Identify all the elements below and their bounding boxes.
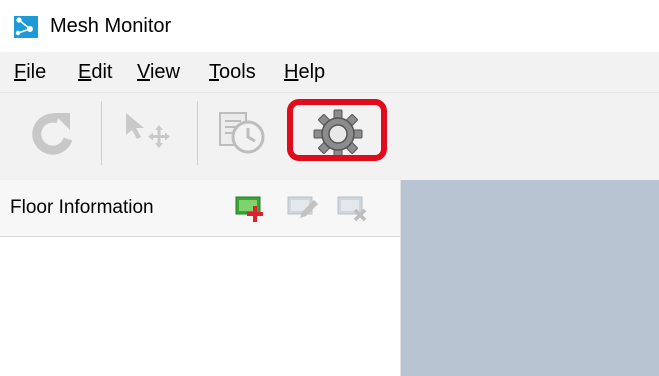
window-title: Mesh Monitor — [50, 15, 172, 37]
menu-view[interactable]: View — [137, 58, 180, 86]
add-floor-icon[interactable] — [234, 192, 266, 224]
menu-tools-label: ools — [219, 61, 256, 83]
floor-panel: Floor Information — [0, 180, 400, 376]
toolbar-separator — [197, 101, 198, 165]
menu-view-label: iew — [149, 61, 180, 83]
menu-file[interactable]: File — [14, 58, 46, 86]
menu-help-accel: H — [284, 61, 299, 83]
menu-help[interactable]: Help — [284, 58, 325, 86]
floor-panel-title: Floor Information — [10, 197, 154, 218]
menu-tools-accel: T — [209, 61, 219, 83]
history-clock-icon[interactable] — [208, 99, 272, 169]
menu-edit[interactable]: Edit — [78, 58, 112, 86]
menu-tools[interactable]: Tools — [209, 58, 256, 86]
floor-panel-header: Floor Information — [0, 180, 400, 237]
toolbar-separator — [101, 101, 102, 165]
mesh-network-app-icon — [14, 16, 38, 38]
menu-file-accel: F — [14, 61, 27, 83]
menu-view-accel: V — [137, 61, 150, 83]
title-bar: Mesh Monitor — [0, 0, 659, 42]
highlight-annotation — [287, 99, 387, 161]
menu-file-label: ile — [26, 61, 47, 83]
edit-floor-icon[interactable] — [286, 192, 318, 224]
refresh-icon[interactable] — [24, 99, 80, 169]
menu-edit-accel: E — [78, 61, 92, 83]
delete-floor-icon[interactable] — [336, 192, 368, 224]
move-cursor-icon[interactable] — [116, 99, 176, 169]
menu-edit-label: dit — [91, 61, 113, 83]
menu-help-label: elp — [298, 61, 326, 83]
menu-bar: File Edit View Tools Help — [0, 52, 659, 92]
map-canvas[interactable] — [400, 180, 659, 376]
